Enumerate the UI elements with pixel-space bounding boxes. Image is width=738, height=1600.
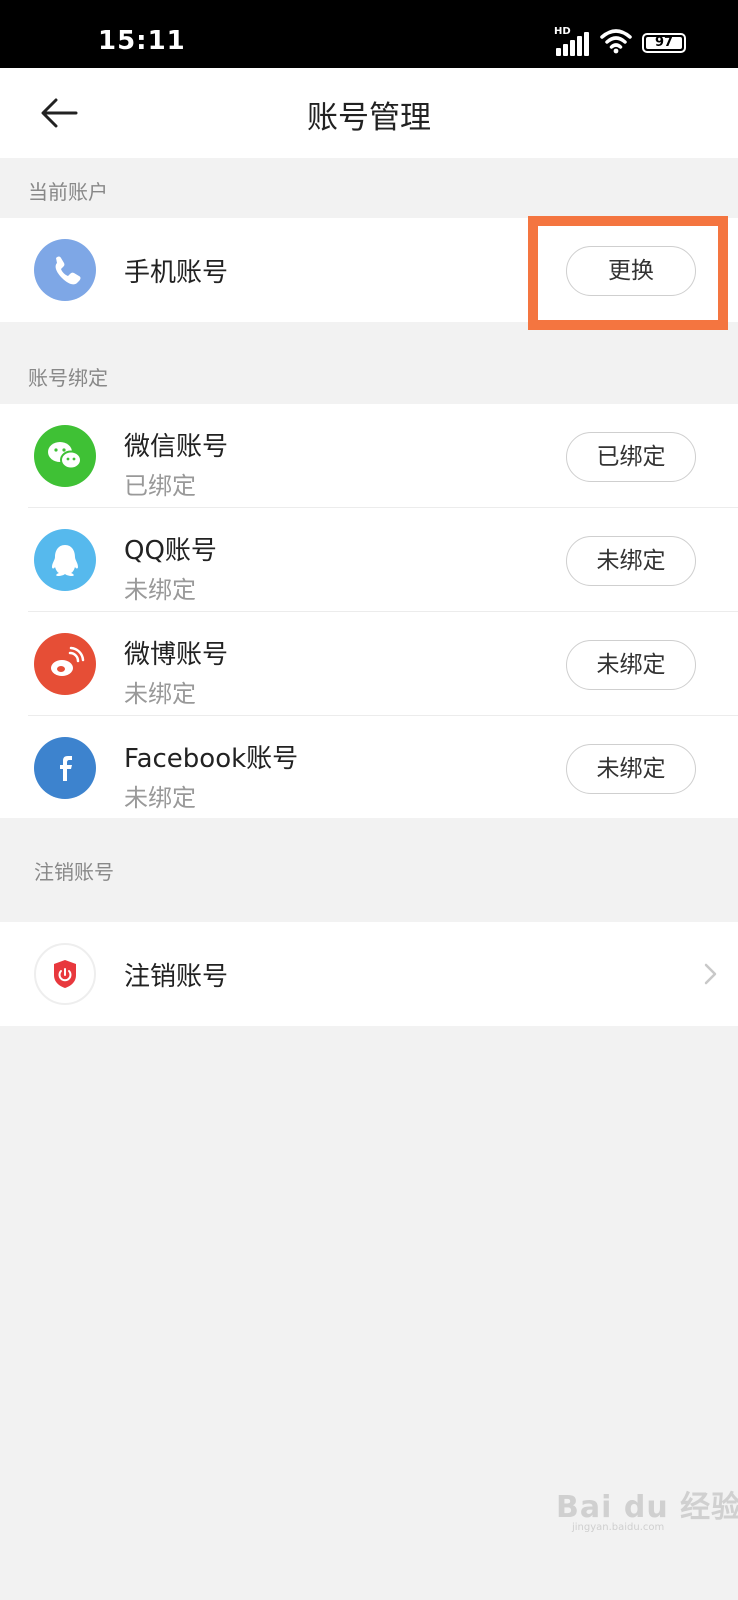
section-account-binding: 账号绑定	[28, 366, 108, 390]
shield-power-icon	[34, 943, 96, 1005]
wifi-icon	[600, 29, 632, 54]
bindings-block: 微信账号 已绑定 已绑定 QQ账号 未绑定 未绑定 微博账号 未绑定 未绑定 F…	[0, 404, 738, 818]
watermark-logo: Bai du 经验	[556, 1490, 738, 1525]
app-header: 账号管理	[0, 68, 738, 158]
page-title: 账号管理	[307, 100, 431, 136]
qq-icon	[34, 529, 96, 591]
phone-icon	[34, 239, 96, 301]
cancel-account-row[interactable]: 注销账号	[0, 922, 738, 1026]
weibo-icon	[34, 633, 96, 695]
weibo-bind-button[interactable]: 未绑定	[566, 640, 696, 690]
facebook-account-title: Facebook账号	[124, 744, 299, 774]
phone-account-title: 手机账号	[124, 258, 229, 288]
section-current-account: 当前账户	[28, 180, 108, 204]
weibo-account-title: 微博账号	[124, 640, 229, 670]
facebook-account-row: Facebook账号 未绑定 未绑定	[0, 716, 738, 820]
battery-level: 97	[654, 35, 674, 50]
facebook-icon	[34, 737, 96, 799]
highlight-box	[528, 216, 728, 330]
watermark-sub: jingyan.baidu.com	[572, 1522, 665, 1533]
facebook-account-status: 未绑定	[124, 784, 196, 812]
wechat-icon	[34, 425, 96, 487]
status-bar: 15:11 HD 97	[0, 0, 738, 68]
facebook-bind-button[interactable]: 未绑定	[566, 744, 696, 794]
weibo-account-status: 未绑定	[124, 680, 196, 708]
status-time: 15:11	[98, 26, 186, 56]
wechat-bind-button[interactable]: 已绑定	[566, 432, 696, 482]
qq-account-title: QQ账号	[124, 536, 217, 566]
qq-account-status: 未绑定	[124, 576, 196, 604]
weibo-account-row: 微博账号 未绑定 未绑定	[0, 612, 738, 716]
qq-account-row: QQ账号 未绑定 未绑定	[0, 508, 738, 612]
wechat-account-title: 微信账号	[124, 432, 229, 462]
signal-icon	[556, 32, 592, 56]
cancel-account-block: 注销账号	[0, 922, 738, 1026]
qq-bind-button[interactable]: 未绑定	[566, 536, 696, 586]
wechat-account-row: 微信账号 已绑定 已绑定	[0, 404, 738, 508]
wechat-account-status: 已绑定	[124, 472, 196, 500]
battery-icon: 97	[642, 33, 686, 53]
cancel-account-title: 注销账号	[124, 962, 229, 992]
chevron-right-icon	[704, 963, 717, 985]
section-cancel-account: 注销账号	[34, 860, 114, 884]
